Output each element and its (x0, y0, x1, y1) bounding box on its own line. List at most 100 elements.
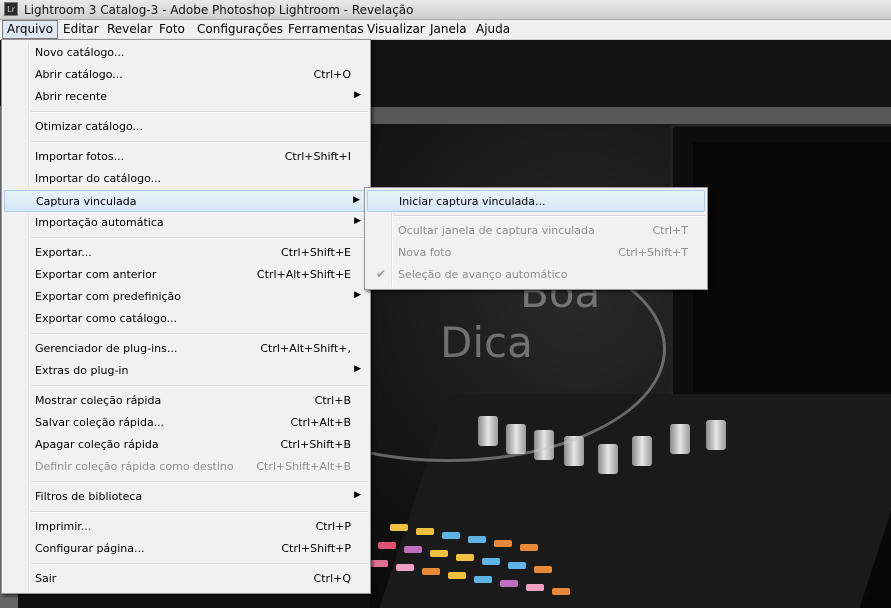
window-title: Lightroom 3 Catalog-3 - Adobe Photoshop … (24, 3, 414, 17)
menu-item-shortcut: Ctrl+O (313, 68, 351, 81)
menu-item-shortcut: Ctrl+Shift+E (281, 246, 351, 259)
title-bar: Lr Lightroom 3 Catalog-3 - Adobe Photosh… (0, 0, 891, 20)
menu-item-label: Mostrar coleção rápida (35, 394, 162, 407)
menu-item-label: Extras do plug-in (35, 364, 129, 377)
toolbar-strip (370, 107, 891, 124)
menu-item-clear-quick-collection[interactable]: Apagar coleção rápida Ctrl+Shift+B (4, 434, 368, 456)
submenu-arrow-icon: ▶ (354, 490, 361, 500)
menu-item-label: Apagar coleção rápida (35, 438, 159, 451)
submenu-item-start-tethered-capture[interactable]: Iniciar captura vinculada... (367, 190, 705, 212)
menu-visualizar[interactable]: Visualizar (367, 20, 425, 39)
submenu-arrow-icon: ▶ (354, 290, 361, 300)
menu-item-print[interactable]: Imprimir... Ctrl+P (4, 516, 368, 538)
menu-item-label: Salvar coleção rápida... (35, 416, 165, 429)
menu-item-show-quick-collection[interactable]: Mostrar coleção rápida Ctrl+B (4, 390, 368, 412)
menu-item-import-from-catalog[interactable]: Importar do catálogo... (4, 168, 368, 190)
menu-item-shortcut: Ctrl+Alt+Shift+E (256, 268, 351, 281)
top-panel (370, 40, 891, 106)
menu-item-label: Exportar com predefinição (35, 290, 182, 303)
menu-separator (31, 333, 368, 335)
menu-item-shortcut: Ctrl+P (315, 520, 351, 533)
menu-item-open-catalog[interactable]: Abrir catálogo... Ctrl+O (4, 64, 368, 86)
menu-item-shortcut: Ctrl+Q (313, 572, 351, 585)
menu-item-label: Iniciar captura vinculada... (399, 195, 546, 208)
menu-editar[interactable]: Editar (63, 20, 99, 39)
menu-configuracoes[interactable]: Configurações (197, 20, 283, 39)
menu-item-label: Exportar... (35, 246, 92, 259)
menu-item-tethered-capture[interactable]: Captura vinculada ▶ (4, 190, 368, 212)
menu-item-label: Nova foto (398, 246, 452, 259)
menu-item-shortcut: Ctrl+Alt+Shift+, (260, 342, 351, 355)
menu-item-shortcut: Ctrl+Alt+B (290, 416, 351, 429)
file-menu: Novo catálogo... Abrir catálogo... Ctrl+O A… (1, 39, 371, 594)
menu-item-page-setup[interactable]: Configurar página... Ctrl+Shift+P (4, 538, 368, 560)
menu-item-shortcut: Ctrl+Shift+P (281, 542, 351, 555)
menu-separator (394, 215, 705, 217)
menu-item-label: Exportar como catálogo... (35, 312, 178, 325)
menu-item-open-recent[interactable]: Abrir recente ▶ (4, 86, 368, 108)
menu-item-optimize-catalog[interactable]: Otimizar catálogo... (4, 116, 368, 138)
menu-item-exit[interactable]: Sair Ctrl+Q (4, 568, 368, 590)
menu-separator (31, 481, 368, 483)
menu-item-export-as-catalog[interactable]: Exportar como catálogo... (4, 308, 368, 330)
menu-item-shortcut: Ctrl+B (314, 394, 351, 407)
tethered-capture-submenu: Iniciar captura vinculada... Ocultar jane… (364, 187, 708, 290)
menu-item-label: Abrir catálogo... (35, 68, 123, 81)
menu-separator (31, 141, 368, 143)
menu-item-label: Gerenciador de plug-ins... (35, 342, 178, 355)
menu-foto[interactable]: Foto (159, 20, 185, 39)
menu-item-label: Importar do catálogo... (35, 172, 162, 185)
menu-separator (31, 563, 368, 565)
menu-separator (31, 511, 368, 513)
submenu-item-auto-advance-selection: ✔ Seleção de avanço automático (367, 264, 705, 286)
menu-item-import-photos[interactable]: Importar fotos... Ctrl+Shift+I (4, 146, 368, 168)
menu-item-shortcut: Ctrl+Shift+Alt+B (256, 460, 351, 473)
menu-separator (31, 111, 368, 113)
submenu-arrow-icon: ▶ (354, 364, 361, 374)
menu-item-label: Captura vinculada (36, 195, 137, 208)
menu-bar: Arquivo Editar Revelar Foto Configuraçõe… (0, 20, 891, 40)
menu-item-label: Novo catálogo... (35, 46, 125, 59)
menu-item-label: Exportar com anterior (35, 268, 157, 281)
submenu-item-new-shot: Nova foto Ctrl+Shift+T (367, 242, 705, 264)
menu-item-export-with-preset[interactable]: Exportar com predefinição ▶ (4, 286, 368, 308)
menu-item-label: Abrir recente (35, 90, 108, 103)
menu-item-shortcut: Ctrl+Shift+B (280, 438, 351, 451)
menu-separator (31, 385, 368, 387)
menu-item-auto-import[interactable]: Importação automática ▶ (4, 212, 368, 234)
menu-item-shortcut: Ctrl+T (652, 224, 688, 237)
submenu-arrow-icon: ▶ (354, 90, 361, 100)
menu-item-plugin-manager[interactable]: Gerenciador de plug-ins... Ctrl+Alt+Shift… (4, 338, 368, 360)
menu-item-label: Sair (35, 572, 57, 585)
menu-ajuda[interactable]: Ajuda (476, 20, 510, 39)
submenu-item-hide-tethered-capture-window: Ocultar janela de captura vinculada Ctrl+… (367, 220, 705, 242)
menu-revelar[interactable]: Revelar (107, 20, 152, 39)
menu-item-shortcut: Ctrl+Shift+I (284, 150, 351, 163)
menu-item-label: Imprimir... (35, 520, 92, 533)
menu-item-label: Importar fotos... (35, 150, 125, 163)
submenu-arrow-icon: ▶ (353, 195, 360, 205)
menu-janela[interactable]: Janela (430, 20, 467, 39)
menu-item-export[interactable]: Exportar... Ctrl+Shift+E (4, 242, 368, 264)
lightroom-app-icon[interactable]: Lr (4, 2, 18, 16)
menu-item-label: Definir coleção rápida como destino (35, 460, 234, 473)
submenu-arrow-icon: ▶ (354, 216, 361, 226)
menu-ferramentas[interactable]: Ferramentas (288, 20, 364, 39)
menu-arquivo[interactable]: Arquivo (2, 20, 58, 39)
menu-item-export-with-previous[interactable]: Exportar com anterior Ctrl+Alt+Shift+E (4, 264, 368, 286)
menu-item-shortcut: Ctrl+Shift+T (618, 246, 688, 259)
menu-item-label: Seleção de avanço automático (398, 268, 568, 281)
menu-item-label: Filtros de biblioteca (35, 490, 143, 503)
menu-item-label: Otimizar catálogo... (35, 120, 143, 133)
watermark-line2: Dica (440, 318, 533, 367)
menu-item-label: Ocultar janela de captura vinculada (398, 224, 595, 237)
menu-item-set-quick-collection-target: Definir coleção rápida como destino Ctrl+… (4, 456, 368, 478)
menu-item-label: Importação automática (35, 216, 164, 229)
menu-item-library-filters[interactable]: Filtros de biblioteca ▶ (4, 486, 368, 508)
menu-item-save-quick-collection[interactable]: Salvar coleção rápida... Ctrl+Alt+B (4, 412, 368, 434)
menu-item-label: Configurar página... (35, 542, 145, 555)
menu-item-new-catalog[interactable]: Novo catálogo... (4, 42, 368, 64)
checkmark-icon: ✔ (376, 267, 387, 281)
menu-separator (31, 237, 368, 239)
menu-item-plugin-extras[interactable]: Extras do plug-in ▶ (4, 360, 368, 382)
